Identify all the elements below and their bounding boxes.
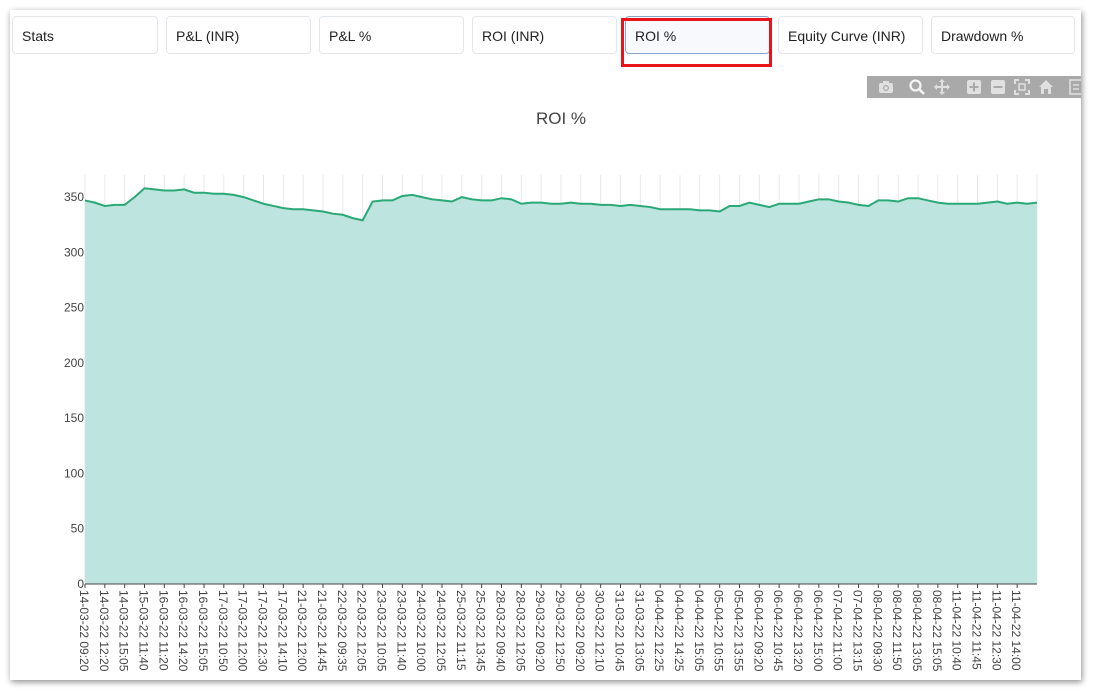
y-tick-label: 250 (64, 301, 84, 315)
y-tick-label: 100 (64, 466, 84, 480)
x-tick-label: 31-03-22 10:45 (613, 590, 627, 672)
x-tick-label: 17-03-22 14:10 (275, 590, 289, 672)
x-tick-label: 11-04-22 10:40 (950, 590, 964, 671)
y-tick-label: 150 (64, 411, 84, 425)
x-tick-label: 08-04-22 13:05 (910, 590, 924, 672)
x-tick-label: 31-03-22 13:05 (632, 590, 646, 672)
x-tick-label: 04-04-22 14:25 (672, 590, 686, 672)
x-tick-label: 16-03-22 15:05 (196, 590, 210, 672)
x-tick-label: 08-04-22 11:50 (890, 590, 904, 671)
x-tick-label: 06-04-22 13:20 (791, 590, 805, 672)
y-axis-ticks: 0 50 100 150 200 250 300 350 (64, 190, 84, 591)
x-tick-label: 05-04-22 10:55 (712, 590, 726, 672)
x-tick-label: 23-03-22 11:40 (394, 590, 408, 671)
y-tick-label: 50 (71, 522, 85, 536)
x-tick-label: 08-04-22 09:30 (870, 590, 884, 672)
x-tick-label: 04-04-22 12:25 (652, 590, 666, 672)
y-tick-label: 300 (64, 245, 84, 259)
chart-title: ROI % (536, 109, 586, 128)
x-tick-label: 05-04-22 13:55 (732, 590, 746, 672)
x-tick-label: 17-03-22 12:30 (256, 590, 270, 672)
x-tick-label: 21-03-22 12:00 (295, 590, 309, 672)
x-tick-label: 28-03-22 12:05 (513, 590, 527, 672)
x-tick-label: 24-03-22 12:05 (434, 590, 448, 672)
x-tick-label: 11-04-22 14:00 (1009, 590, 1023, 671)
x-tick-label: 30-03-22 12:10 (593, 590, 607, 672)
x-tick-label: 04-04-22 15:05 (692, 590, 706, 672)
x-tick-label: 29-03-22 12:50 (553, 590, 567, 672)
x-axis-ticks: 14-03-22 09:20 14-03-22 12:20 14-03-22 15:… (77, 584, 1023, 672)
x-tick-label: 14-03-22 15:05 (117, 590, 131, 672)
roi-percent-chart: 050100150200250300350 14-03-22 09:20 14-0… (64, 109, 1038, 672)
x-tick-label: 21-03-22 14:45 (315, 590, 329, 672)
x-tick-label: 11-04-22 12:30 (989, 590, 1003, 671)
y-tick-label: 200 (64, 356, 84, 370)
x-tick-label: 17-03-22 10:50 (216, 590, 230, 672)
x-tick-label: 23-03-22 10:05 (375, 590, 389, 672)
x-tick-label: 25-03-22 13:45 (474, 590, 488, 672)
x-tick-label: 08-04-22 15:05 (930, 590, 944, 672)
x-tick-label: 29-03-22 09:20 (533, 590, 547, 672)
x-tick-label: 25-03-22 11:15 (454, 590, 468, 671)
x-tick-label: 24-03-22 10:00 (414, 590, 428, 672)
x-tick-label: 14-03-22 12:20 (97, 590, 111, 672)
y-tick-label: 0 (77, 577, 84, 591)
x-tick-label: 16-03-22 11:20 (156, 590, 170, 671)
x-tick-label: 06-04-22 09:20 (751, 590, 765, 672)
y-tick-label: 350 (64, 190, 84, 204)
x-tick-label: 22-03-22 12:05 (355, 590, 369, 672)
x-tick-label: 07-04-22 13:15 (851, 590, 865, 672)
x-tick-label: 14-03-22 09:20 (77, 590, 91, 672)
x-tick-label: 06-04-22 10:45 (771, 590, 785, 672)
app-window: Stats P&L (INR) P&L % ROI (INR) ROI % Eq… (10, 10, 1081, 680)
x-tick-label: 15-03-22 11:40 (137, 590, 151, 671)
roi-area-fill (85, 188, 1037, 584)
x-tick-label: 22-03-22 09:35 (335, 590, 349, 672)
x-tick-label: 28-03-22 09:40 (494, 590, 508, 672)
x-tick-label: 11-04-22 11:45 (970, 590, 984, 670)
x-tick-label: 06-04-22 15:00 (811, 590, 825, 672)
x-tick-label: 30-03-22 09:20 (573, 590, 587, 672)
x-tick-label: 17-03-22 12:00 (236, 590, 250, 672)
x-tick-label: 16-03-22 14:20 (176, 590, 190, 672)
x-tick-label: 07-04-22 11:00 (831, 590, 845, 671)
